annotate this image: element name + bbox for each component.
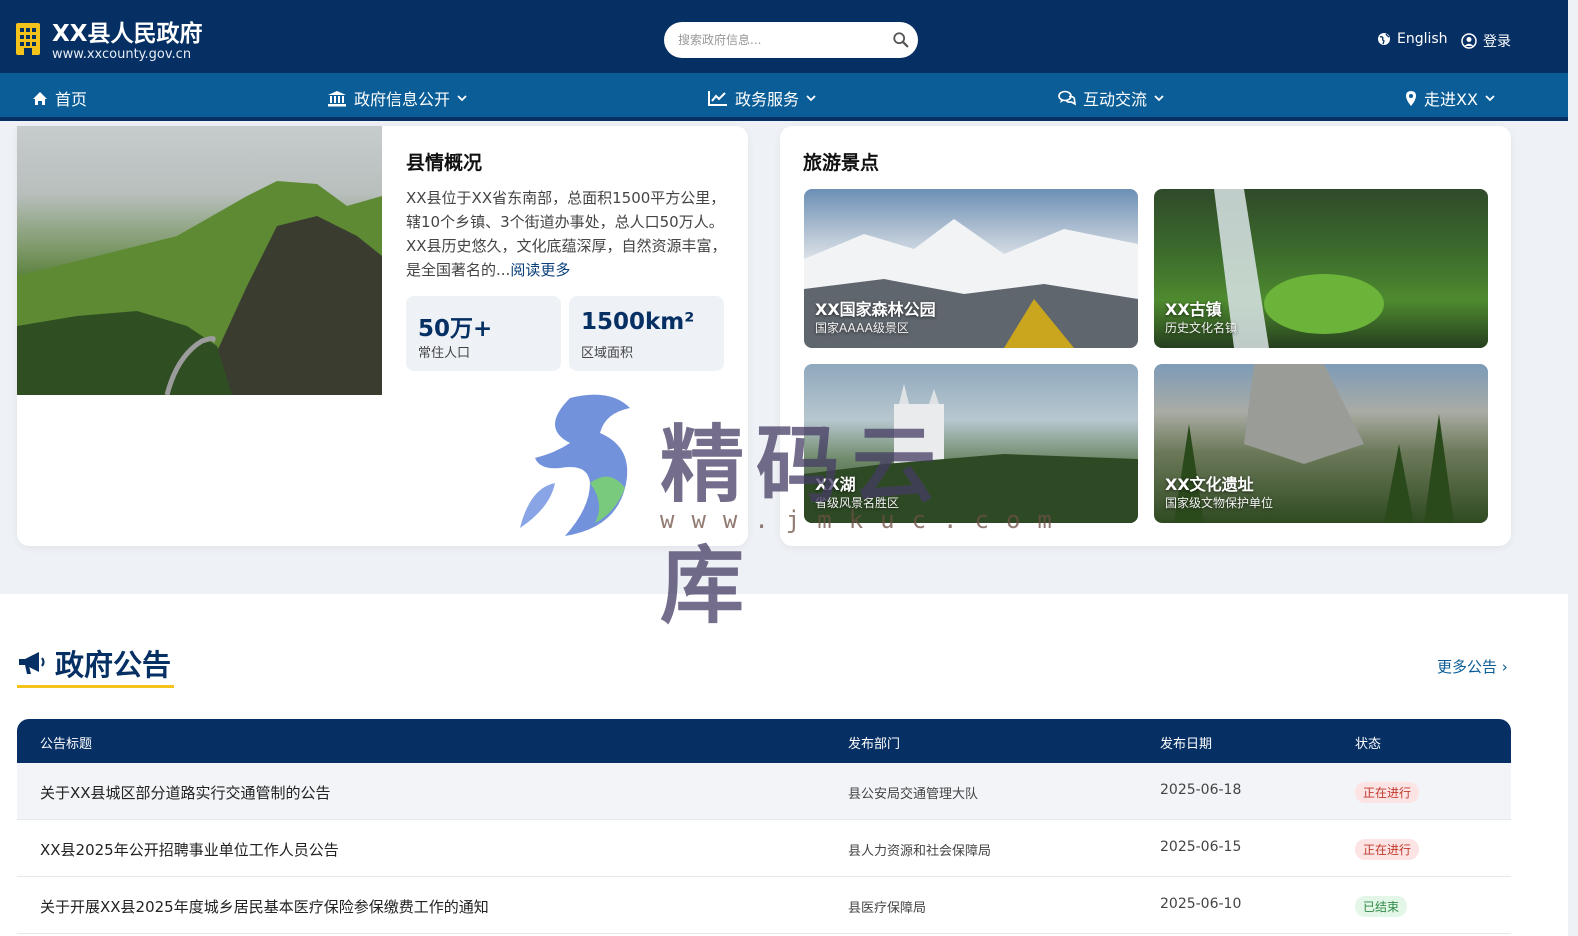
site-url: www.xxcounty.gov.cn [52, 47, 192, 62]
tourism-card: 旅游景点 XX国家森林公园 国家AAAA级景区 XX古镇 历史文化名镇 XX湖 … [780, 126, 1511, 546]
chevron-down-icon [457, 94, 467, 101]
spot-ancient-town[interactable]: XX古镇 历史文化名镇 [1154, 189, 1488, 348]
login-link[interactable]: 登录 [1461, 31, 1511, 51]
home-icon [33, 91, 47, 105]
more-notices-link[interactable]: 更多公告 › [1437, 656, 1508, 677]
notice-title: 政府公告 [55, 648, 172, 682]
spot-name: XX湖 [815, 475, 856, 494]
nav-label: 首页 [55, 90, 88, 109]
search-box [664, 22, 918, 58]
spot-subtitle: 历史文化名镇 [1165, 321, 1238, 335]
site-title[interactable]: XX县人民政府 [52, 14, 202, 48]
county-overview-card: 县情概况 XX县位于XX省东南部，总面积1500平方公里，辖10个乡镇、3个街道… [17, 126, 748, 546]
table-row[interactable]: 关于开展XX县2025年度城乡居民基本医疗保险参保缴费工作的通知 县医疗保障局 … [17, 877, 1511, 934]
table-header: 公告标题 发布部门 发布日期 状态 [17, 719, 1511, 763]
language-switch[interactable]: English [1377, 31, 1448, 47]
tourism-title: 旅游景点 [803, 152, 880, 174]
stat-label: 区域面积 [581, 346, 634, 361]
dept-cell: 县公安局交通管理大队 [848, 787, 979, 802]
main-nav: 首页 政府信息公开 政务服务 互动交流 走进XX [0, 73, 1568, 121]
spot-name: XX国家森林公园 [815, 300, 936, 319]
spot-subtitle: 省级风景名胜区 [815, 496, 900, 510]
notice-title-cell[interactable]: 关于开展XX县2025年度城乡居民基本医疗保险参保缴费工作的通知 [40, 896, 489, 917]
dept-cell: 县人力资源和社会保障局 [848, 844, 992, 859]
notice-title-cell[interactable]: XX县2025年公开招聘事业单位工作人员公告 [40, 839, 339, 860]
notice-heading: 政府公告 [17, 642, 171, 684]
stat-label: 常住人口 [418, 346, 471, 361]
bank-icon [328, 90, 346, 106]
nav-item-services[interactable]: 政务服务 [708, 86, 816, 110]
chevron-down-icon [806, 94, 816, 101]
status-badge: 正在进行 [1355, 782, 1420, 803]
county-landscape-image [17, 126, 382, 396]
megaphone-icon [19, 652, 45, 674]
status-badge: 正在进行 [1355, 839, 1420, 860]
nav-item-home[interactable]: 首页 [32, 86, 87, 110]
spot-lake[interactable]: XX湖 省级风景名胜区 [804, 364, 1138, 523]
status-badge: 已结束 [1355, 896, 1408, 917]
nav-label: 互动交流 [1083, 90, 1148, 109]
date-cell: 2025-06-15 [1160, 839, 1242, 855]
stat-value: 50万+ [418, 316, 493, 342]
chat-icon [1058, 90, 1076, 106]
stat-population: 50万+ 常住人口 [406, 296, 561, 371]
location-icon [1406, 90, 1416, 106]
column-header: 发布日期 [1160, 737, 1213, 752]
nav-item-about[interactable]: 走进XX [1405, 86, 1495, 110]
table-row[interactable]: XX县2025年公开招聘事业单位工作人员公告 县人力资源和社会保障局 2025-… [17, 820, 1511, 877]
table-row[interactable]: 关于XX县城区部分道路实行交通管制的公告 县公安局交通管理大队 2025-06-… [17, 763, 1511, 820]
spot-cultural-site[interactable]: XX文化遗址 国家级文物保护单位 [1154, 364, 1488, 523]
title-underline [17, 685, 174, 688]
column-header: 公告标题 [40, 737, 93, 752]
read-more-link[interactable]: 阅读更多 [510, 261, 570, 279]
search-icon[interactable] [892, 31, 910, 49]
building-icon [16, 23, 40, 55]
top-header: XX县人民政府 www.xxcounty.gov.cn English 登录 [0, 0, 1568, 73]
spot-forest-park[interactable]: XX国家森林公园 国家AAAA级景区 [804, 189, 1138, 348]
spot-name: XX文化遗址 [1165, 475, 1254, 494]
spot-subtitle: 国家级文物保护单位 [1165, 496, 1274, 510]
spot-subtitle: 国家AAAA级景区 [815, 321, 909, 335]
stat-value: 1500km² [581, 309, 695, 335]
login-label: 登录 [1483, 34, 1511, 50]
globe-icon [1378, 33, 1390, 45]
chevron-down-icon [1154, 94, 1164, 101]
stat-area: 1500km² 区域面积 [569, 296, 724, 371]
user-icon [1461, 33, 1477, 49]
date-cell: 2025-06-18 [1160, 782, 1242, 798]
dept-cell: 县医疗保障局 [848, 901, 927, 916]
chevron-down-icon [1485, 94, 1495, 101]
nav-label: 政务服务 [735, 90, 800, 109]
language-label: English [1397, 31, 1448, 47]
nav-label: 走进XX [1424, 90, 1478, 109]
notice-title-cell[interactable]: 关于XX县城区部分道路实行交通管制的公告 [40, 782, 331, 803]
overview-description: XX县位于XX省东南部，总面积1500平方公里，辖10个乡镇、3个街道办事处，总… [406, 189, 727, 279]
column-header: 发布部门 [848, 737, 901, 752]
overview-title: 县情概况 [406, 152, 483, 174]
date-cell: 2025-06-10 [1160, 896, 1242, 912]
chart-icon [708, 91, 727, 106]
notice-section: 政府公告 更多公告 › 公告标题 发布部门 发布日期 状态 关于XX县城区部分道… [0, 594, 1568, 936]
nav-label: 政府信息公开 [354, 90, 451, 109]
nav-item-interaction[interactable]: 互动交流 [1058, 86, 1164, 110]
column-header: 状态 [1355, 737, 1382, 752]
spot-name: XX古镇 [1165, 300, 1222, 319]
nav-item-info-disclosure[interactable]: 政府信息公开 [327, 86, 467, 110]
notice-table: 公告标题 发布部门 发布日期 状态 关于XX县城区部分道路实行交通管制的公告 县… [17, 719, 1511, 934]
search-input[interactable] [678, 30, 878, 50]
